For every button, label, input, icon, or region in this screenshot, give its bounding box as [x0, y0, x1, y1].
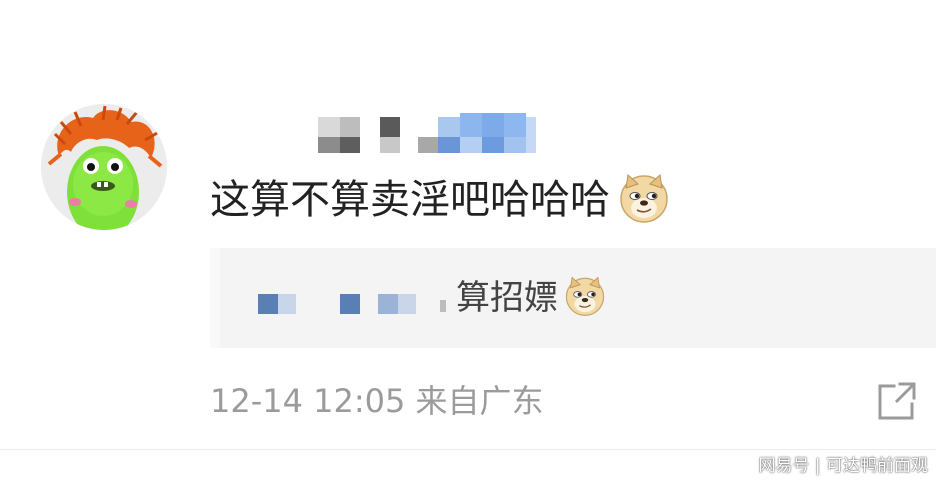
doge-emoji-icon — [618, 172, 670, 228]
reply-content: 算招嫖 — [456, 272, 606, 324]
comment-body: 这算不算卖淫吧哈哈哈 — [210, 172, 670, 228]
comment-card: 这算不算卖淫吧哈哈哈 算招嫖 12-14 12:05 来自广东 网易号 | 可达… — [0, 0, 936, 487]
user-avatar[interactable] — [41, 104, 167, 230]
comment-text: 这算不算卖淫吧哈哈哈 — [210, 177, 610, 223]
doge-emoji-icon — [564, 275, 606, 321]
divider — [0, 449, 936, 450]
reply-strip — [210, 248, 220, 348]
reply-text: 算招嫖 — [456, 278, 558, 318]
reply-preview[interactable]: 算招嫖 — [210, 248, 936, 348]
reply-author-redacted — [258, 294, 463, 314]
username-redacted[interactable] — [318, 113, 542, 157]
comment-timestamp: 12-14 12:05 来自广东 — [210, 382, 544, 420]
monster-avatar-icon — [41, 104, 167, 230]
share-external-icon[interactable] — [876, 380, 918, 422]
source-watermark: 网易号 | 可达鸭前面观 — [758, 456, 928, 476]
